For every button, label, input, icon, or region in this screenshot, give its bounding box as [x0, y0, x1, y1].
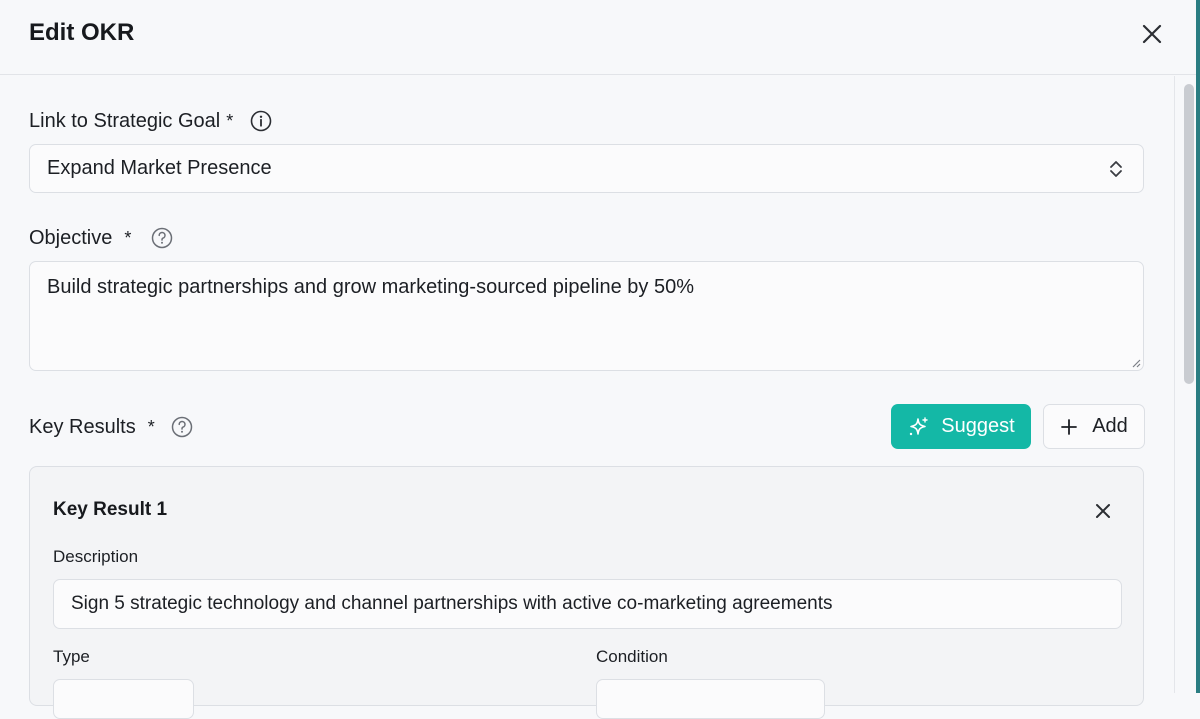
objective-label-text: Objective — [29, 227, 113, 249]
remove-key-result-button[interactable] — [1091, 499, 1115, 523]
description-label: Description — [53, 547, 139, 566]
condition-select[interactable] — [596, 679, 825, 719]
close-icon — [1142, 24, 1162, 44]
type-select[interactable] — [53, 679, 194, 719]
required-marker: * — [147, 417, 155, 437]
add-key-result-button[interactable]: Add — [1043, 404, 1145, 449]
help-icon[interactable] — [151, 227, 173, 249]
condition-label: Condition — [596, 647, 668, 666]
key-result-title: Key Result 1 — [53, 499, 168, 520]
add-button-label: Add — [1092, 415, 1128, 437]
plus-icon — [1061, 418, 1078, 435]
key-results-label: Key Results * — [29, 416, 155, 439]
key-result-description-value: Sign 5 strategic technology and channel … — [71, 593, 833, 614]
objective-label: Objective * — [29, 227, 131, 250]
resize-handle-icon[interactable] — [1131, 358, 1141, 368]
strategic-goal-label: Link to Strategic Goal * — [29, 110, 233, 133]
window-edge — [1196, 0, 1200, 693]
close-button[interactable] — [1138, 20, 1166, 48]
suggest-button[interactable]: Suggest — [891, 404, 1031, 449]
strategic-goal-label-text: Link to Strategic Goal — [29, 110, 221, 132]
required-marker: * — [226, 111, 234, 131]
key-result-card: Key Result 1 Description Sign 5 strategi… — [29, 466, 1144, 719]
dialog-title: Edit OKR — [29, 19, 135, 46]
scrollbar-thumb[interactable] — [1184, 84, 1194, 384]
help-icon[interactable] — [171, 416, 193, 438]
objective-value: Build strategic partnerships and grow ma… — [47, 276, 695, 298]
close-icon — [1096, 504, 1110, 518]
type-label: Type — [53, 647, 90, 666]
sparkle-icon — [910, 416, 928, 435]
suggest-button-label: Suggest — [941, 415, 1015, 437]
strategic-goal-selected-value: Expand Market Presence — [47, 157, 272, 179]
required-marker: * — [124, 228, 132, 248]
key-results-label-text: Key Results — [29, 416, 136, 438]
dialog-header: Edit OKR — [0, 0, 1200, 75]
info-icon[interactable] — [250, 110, 272, 132]
key-result-description-input[interactable]: Sign 5 strategic technology and channel … — [53, 579, 1122, 629]
chevron-up-down-icon — [1110, 161, 1122, 177]
objective-textarea[interactable]: Build strategic partnerships and grow ma… — [29, 261, 1144, 371]
strategic-goal-select[interactable]: Expand Market Presence — [29, 144, 1144, 193]
